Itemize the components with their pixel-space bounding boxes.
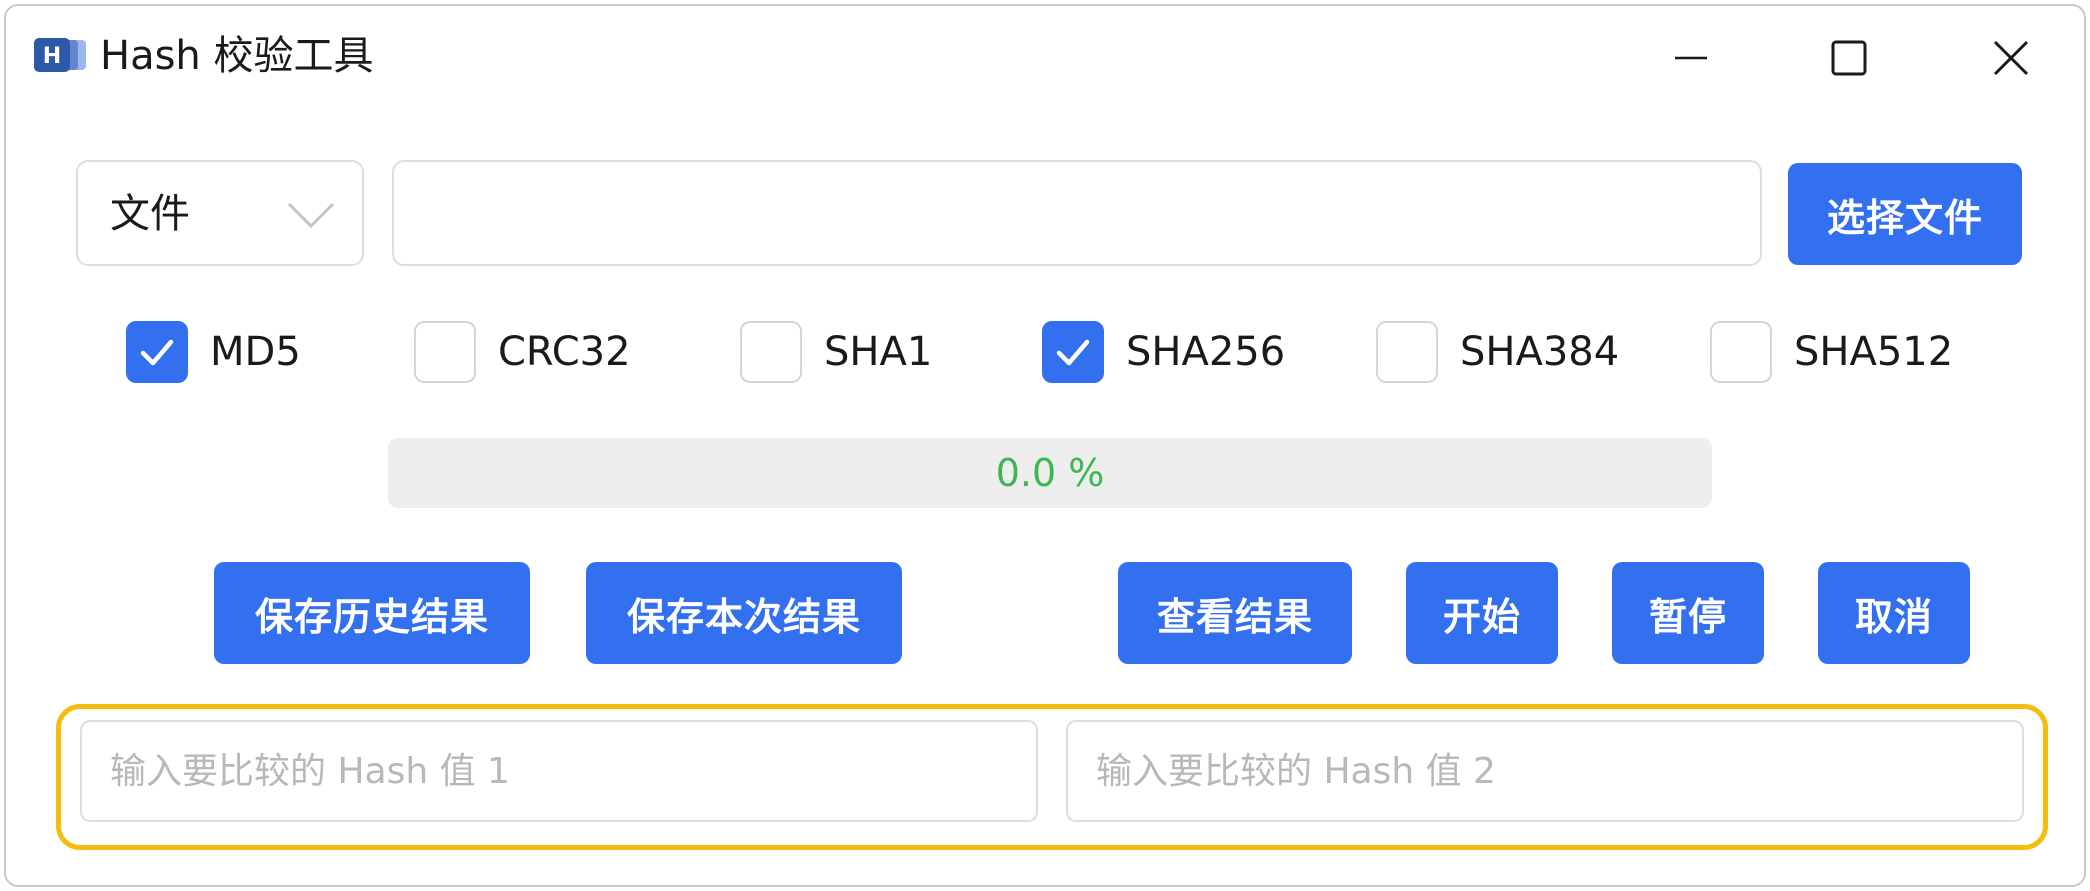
choose-file-button[interactable]: 选择文件	[1788, 163, 2022, 265]
algo-sha384[interactable]: SHA384	[1376, 319, 1619, 385]
sha256-checkbox[interactable]	[1042, 321, 1104, 383]
sha1-label: SHA1	[824, 329, 933, 375]
sha512-label: SHA512	[1794, 329, 1954, 375]
minimize-button[interactable]	[1646, 26, 1736, 90]
window-title: Hash 校验工具	[100, 33, 374, 79]
source-mode-value: 文件	[110, 191, 190, 237]
checkmark-icon	[1056, 339, 1090, 366]
save-current-button[interactable]: 保存本次结果	[586, 562, 902, 664]
start-button[interactable]: 开始	[1406, 562, 1558, 664]
hash-compare-input-2[interactable]	[1066, 720, 2024, 822]
checkmark-icon	[140, 339, 174, 366]
pause-button[interactable]: 暂停	[1612, 562, 1764, 664]
svg-text:H: H	[43, 44, 61, 69]
close-button[interactable]	[1966, 26, 2056, 90]
algo-sha256[interactable]: SHA256	[1042, 319, 1285, 385]
cancel-button[interactable]: 取消	[1818, 562, 1970, 664]
sha384-label: SHA384	[1460, 329, 1620, 375]
sha1-checkbox[interactable]	[740, 321, 802, 383]
hash-compare-input-1[interactable]	[80, 720, 1038, 822]
progress-bar: 0.0 %	[388, 438, 1712, 508]
sha256-label: SHA256	[1126, 329, 1286, 375]
minimize-icon	[1675, 56, 1707, 60]
save-history-button[interactable]: 保存历史结果	[214, 562, 530, 664]
app-logo-icon: H	[34, 38, 86, 72]
algo-sha1[interactable]: SHA1	[740, 319, 932, 385]
maximize-button[interactable]	[1804, 26, 1894, 90]
sha384-checkbox[interactable]	[1376, 321, 1438, 383]
algo-sha512[interactable]: SHA512	[1710, 319, 1953, 385]
algo-md5[interactable]: MD5	[126, 319, 301, 385]
source-mode-select[interactable]: 文件	[76, 160, 364, 266]
algo-crc32[interactable]: CRC32	[414, 319, 631, 385]
file-path-input[interactable]	[392, 160, 1762, 266]
md5-label: MD5	[210, 329, 301, 375]
title-bar[interactable]: H Hash 校验工具	[6, 6, 2084, 106]
sha512-checkbox[interactable]	[1710, 321, 1772, 383]
crc32-label: CRC32	[498, 329, 631, 375]
view-results-button[interactable]: 查看结果	[1118, 562, 1352, 664]
app-window: H Hash 校验工具 文件 选择文件 MD5 CRC32 SHA1 SHA25…	[4, 4, 2086, 887]
maximize-icon	[1831, 40, 1867, 76]
progress-text: 0.0 %	[995, 451, 1105, 495]
md5-checkbox[interactable]	[126, 321, 188, 383]
chevron-down-icon	[287, 202, 335, 229]
close-icon	[1993, 40, 2029, 76]
crc32-checkbox[interactable]	[414, 321, 476, 383]
